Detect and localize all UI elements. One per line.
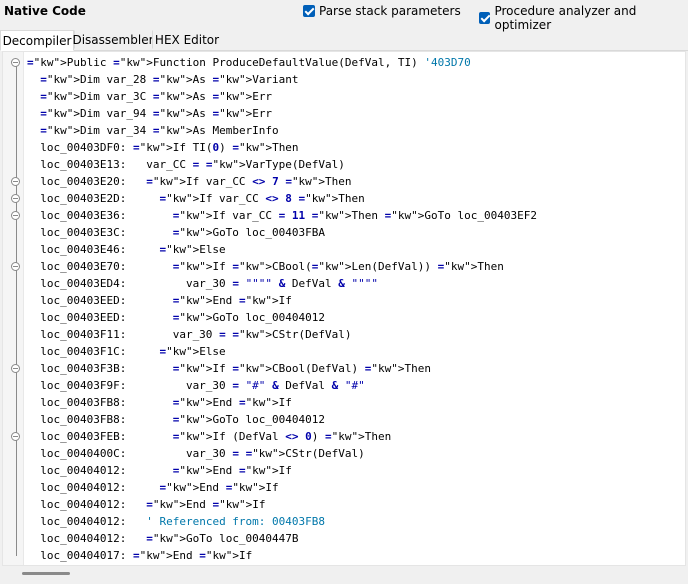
code-line: loc_00403E2D: ="kw">If var_CC <> 8 ="kw"… xyxy=(27,192,365,205)
fold-toggle-icon[interactable] xyxy=(11,194,20,203)
fold-toggle-icon[interactable] xyxy=(11,432,20,441)
toolbar: Native Code Parse stack parameters Proce… xyxy=(0,0,688,32)
code-line: loc_00404012: ' Referenced from: 00403FB… xyxy=(27,515,326,528)
checkbox-checked-icon[interactable] xyxy=(303,5,315,17)
procedure-analyzer-checkbox[interactable]: Procedure analyzer and optimizer xyxy=(479,4,688,32)
code-line: loc_00403FEB: ="kw">If (DefVal <> 0) ="k… xyxy=(27,430,392,443)
code-line: loc_00403E46: ="kw">Else xyxy=(27,243,226,256)
code-line: loc_00403F3B: ="kw">If ="kw">CBool(DefVa… xyxy=(27,362,432,375)
code-line: loc_00403E20: ="kw">If var_CC <> 7 ="kw"… xyxy=(27,175,352,188)
code-line: loc_00404012: ="kw">End ="kw">If xyxy=(27,464,292,477)
fold-toggle-icon[interactable] xyxy=(11,177,20,186)
code-line: ="kw">Dim var_94 ="kw">As ="kw">Err xyxy=(40,107,273,120)
code-line: loc_00403FB8: ="kw">End ="kw">If xyxy=(27,396,292,409)
view-tabs: Decompiler Disassembler HEX Editor xyxy=(0,30,688,51)
tab-disassembler[interactable]: Disassembler xyxy=(72,30,154,49)
code-line: loc_00403F9F: var_30 = "#" & DefVal & "#… xyxy=(27,379,365,392)
code-line: ="kw">Dim var_28 ="kw">As ="kw">Variant xyxy=(40,73,299,86)
panel-title: Native Code xyxy=(4,4,86,18)
code-line: loc_00404017: ="kw">End ="kw">If xyxy=(27,549,253,562)
procedure-analyzer-label: Procedure analyzer and optimizer xyxy=(494,4,637,32)
tab-hex-editor[interactable]: HEX Editor xyxy=(152,30,222,49)
code-line: loc_00403E70: ="kw">If ="kw">CBool(="kw"… xyxy=(27,260,504,273)
code-line: loc_00403EED: ="kw">End ="kw">If xyxy=(27,294,292,307)
code-line: loc_00403E3C: ="kw">GoTo loc_00403FBA xyxy=(27,226,326,239)
fold-toggle-icon[interactable] xyxy=(11,262,20,271)
code-line: loc_0040400C: var_30 = ="kw">CStr(DefVal… xyxy=(27,447,365,460)
code-view[interactable]: ="kw">Public ="kw">Function ProduceDefau… xyxy=(27,54,537,564)
code-line: loc_00403FB8: ="kw">GoTo loc_00404012 xyxy=(27,413,326,426)
code-line: ="kw">Dim var_3C ="kw">As ="kw">Err xyxy=(40,90,273,103)
parse-stack-checkbox[interactable]: Parse stack parameters xyxy=(303,4,461,18)
fold-toggle-icon[interactable] xyxy=(11,211,20,220)
code-line: loc_00403DF0: ="kw">If TI(0) ="kw">Then xyxy=(27,141,299,154)
scrollbar-thumb[interactable] xyxy=(22,572,70,575)
tab-decompiler[interactable]: Decompiler xyxy=(0,30,74,51)
fold-gutter xyxy=(3,52,24,565)
code-line: ="kw">Dim var_34 ="kw">As MemberInfo xyxy=(40,124,279,137)
code-line: loc_00403F11: var_30 = ="kw">CStr(DefVal… xyxy=(27,328,352,341)
code-line: ="kw">Public ="kw">Function ProduceDefau… xyxy=(27,56,471,69)
code-line: loc_00403E36: ="kw">If var_CC = 11 ="kw"… xyxy=(27,209,537,222)
code-line: loc_00403E13: var_CC = ="kw">VarType(Def… xyxy=(27,158,345,171)
code-line: loc_00404012: ="kw">End ="kw">If xyxy=(27,498,266,511)
code-line: loc_00404012: ="kw">End ="kw">If xyxy=(27,481,279,494)
fold-toggle-icon[interactable] xyxy=(11,364,20,373)
code-line: loc_00403EED: ="kw">GoTo loc_00404012 xyxy=(27,311,326,324)
parse-stack-label: Parse stack parameters xyxy=(319,4,461,18)
horizontal-scrollbar[interactable] xyxy=(0,566,688,584)
code-line: loc_00403ED4: var_30 = """" & DefVal & "… xyxy=(27,277,379,290)
checkbox-checked-icon[interactable] xyxy=(479,12,491,24)
code-line: loc_00404012: ="kw">GoTo loc_0040447B xyxy=(27,532,299,545)
fold-toggle-icon[interactable] xyxy=(11,58,20,67)
code-editor[interactable]: ="kw">Public ="kw">Function ProduceDefau… xyxy=(2,51,686,566)
code-line: loc_00403F1C: ="kw">Else xyxy=(27,345,226,358)
fold-guide-line xyxy=(16,66,17,556)
